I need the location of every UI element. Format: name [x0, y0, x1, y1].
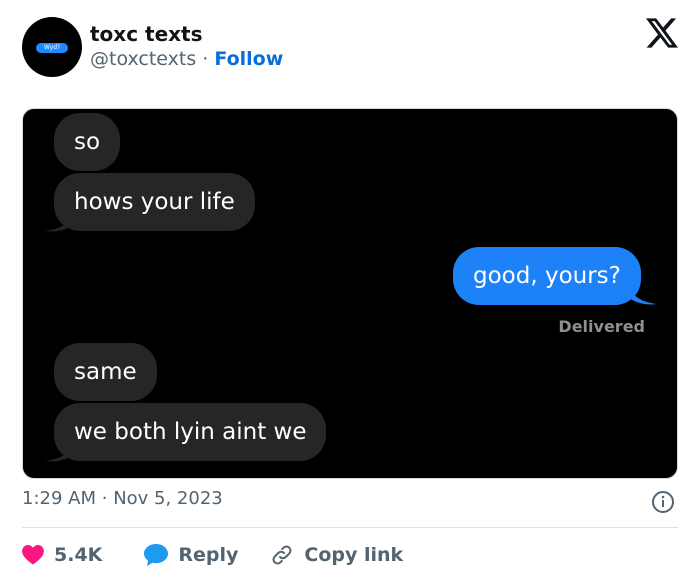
- message-text: so: [74, 129, 101, 155]
- heart-icon: [22, 545, 44, 565]
- reply-icon: [144, 544, 169, 566]
- message-text: same: [74, 359, 137, 385]
- follow-button[interactable]: Follow: [214, 48, 283, 70]
- x-logo-icon[interactable]: [646, 18, 678, 48]
- info-icon[interactable]: [651, 490, 675, 514]
- embedded-post: Wyd? toxc texts @toxctexts · Follow so h…: [0, 0, 700, 581]
- author-display-name[interactable]: toxc texts: [90, 22, 203, 46]
- post-date: Nov 5, 2023: [113, 488, 223, 509]
- reply-button[interactable]: Reply: [144, 544, 238, 566]
- message-text: hows your life: [74, 189, 235, 215]
- copy-link-button[interactable]: Copy link: [270, 543, 403, 567]
- post-time: 1:29 AM: [22, 488, 96, 509]
- message-bubble-incoming: we both lyin aint we: [54, 403, 327, 461]
- message-bubble-incoming: so: [54, 113, 121, 171]
- divider: [22, 527, 678, 528]
- action-bar: 5.4K Reply Copy link: [22, 540, 403, 570]
- avatar[interactable]: Wyd?: [22, 17, 82, 77]
- reply-label: Reply: [178, 544, 239, 566]
- post-timestamp[interactable]: 1:29 AM · Nov 5, 2023: [22, 488, 223, 509]
- message-text: good, yours?: [473, 263, 621, 289]
- delivery-status: Delivered: [558, 317, 645, 336]
- separator-dot: ·: [202, 48, 215, 70]
- copy-link-label: Copy link: [304, 544, 404, 566]
- author-handle-row: @toxctexts · Follow: [90, 48, 283, 70]
- message-bubble-outgoing: good, yours?: [453, 247, 641, 305]
- message-text: we both lyin aint we: [74, 419, 307, 445]
- link-icon: [272, 545, 292, 565]
- separator-dot: ·: [101, 488, 114, 509]
- message-bubble-incoming: hows your life: [54, 173, 255, 231]
- author-handle[interactable]: @toxctexts: [90, 48, 196, 70]
- message-bubble-incoming: same: [54, 343, 157, 401]
- avatar-text: Wyd?: [36, 43, 68, 53]
- like-count: 5.4K: [54, 544, 103, 566]
- conversation-screenshot[interactable]: so hows your life good, yours? Delivered…: [22, 108, 678, 479]
- like-button[interactable]: 5.4K: [22, 544, 102, 566]
